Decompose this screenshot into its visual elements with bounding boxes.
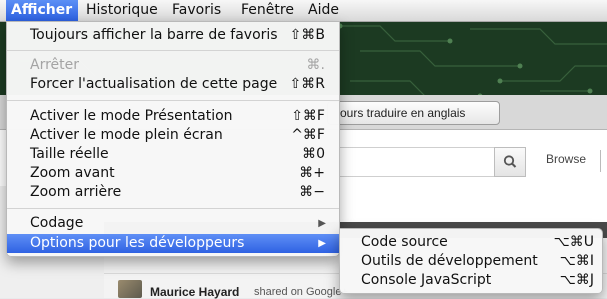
divider (600, 150, 601, 172)
menu-item-always-show-bookmarks-bar[interactable]: Toujours afficher la barre de favoris ⇧⌘… (7, 26, 339, 45)
menu-item-label: Forcer l'actualisation de cette page (30, 76, 278, 92)
menu-separator (7, 208, 339, 209)
menu-item-shortcut: ⌥⌘U (553, 234, 594, 250)
menu-item-zoom-in[interactable]: Zoom avant ⌘+ (7, 164, 339, 183)
menu-item-shortcut: ^⌘F (291, 127, 325, 143)
search-input[interactable] (338, 147, 495, 177)
menu-item-actual-size[interactable]: Taille réelle ⌘0 (7, 145, 339, 164)
translate-button[interactable]: ours traduire en anglais (327, 101, 500, 125)
menu-item-label: Outils de développement (361, 253, 538, 269)
menu-separator (7, 100, 339, 101)
menu-item-label: Taille réelle (30, 146, 109, 162)
menu-item-stop: Arrêter ⌘. (7, 56, 339, 75)
menu-item-label: Code source (361, 234, 448, 250)
menu-aide[interactable]: Aide (303, 0, 344, 21)
menu-item-label: Console JavaScript (361, 272, 492, 288)
menu-item-encoding[interactable]: Codage ▶ (7, 214, 339, 233)
feed-meta-text: shared on Google+ (254, 286, 348, 298)
submenu-arrow-icon: ▶ (318, 238, 326, 249)
feed-author-link[interactable]: Maurice Hayard (150, 285, 239, 299)
menu-item-force-reload[interactable]: Forcer l'actualisation de cette page ⇧⌘R (7, 75, 339, 94)
menu-item-shortcut: ⌥⌘I (559, 253, 594, 269)
menu-item-label: Codage (30, 215, 84, 231)
menu-item-shortcut: ⇧⌘R (289, 76, 325, 92)
submenu-item-view-source[interactable]: Code source ⌥⌘U (340, 233, 602, 252)
menu-item-shortcut: ⌘− (299, 184, 325, 200)
avatar[interactable] (118, 280, 142, 298)
search-icon (503, 155, 517, 168)
submenu-arrow-icon: ▶ (318, 218, 326, 229)
search-button[interactable] (494, 147, 526, 177)
menu-item-label: Arrêter (30, 57, 80, 73)
menu-item-zoom-out[interactable]: Zoom arrière ⌘− (7, 183, 339, 202)
menu-item-label: Zoom avant (30, 165, 115, 181)
menu-item-shortcut: ⌘0 (302, 146, 325, 162)
menu-favoris[interactable]: Favoris (167, 0, 226, 21)
menu-item-shortcut: ⌥⌘J (559, 272, 594, 288)
menu-item-shortcut: ⌘+ (299, 165, 325, 181)
developer-options-submenu: Code source ⌥⌘U Outils de développement … (339, 228, 603, 294)
menu-afficher[interactable]: Afficher (6, 0, 78, 21)
menu-item-shortcut: ⇧⌘F (291, 108, 325, 124)
menu-item-label: Zoom arrière (30, 184, 122, 200)
menu-separator (7, 50, 339, 51)
menu-fenetre[interactable]: Fenêtre (236, 0, 299, 21)
menu-item-shortcut: ⌘. (306, 57, 325, 73)
menu-item-developer-options[interactable]: Options pour les développeurs ▶ (7, 234, 339, 253)
menu-item-label: Toujours afficher la barre de favoris (30, 27, 278, 43)
submenu-item-javascript-console[interactable]: Console JavaScript ⌥⌘J (340, 271, 602, 290)
browse-link[interactable]: Browse (546, 152, 586, 166)
menu-item-presentation-mode[interactable]: Activer le mode Présentation ⇧⌘F (7, 107, 339, 126)
menu-item-shortcut: ⇧⌘B (289, 27, 325, 43)
menu-item-fullscreen-mode[interactable]: Activer le mode plein écran ^⌘F (7, 126, 339, 145)
afficher-menu: Toujours afficher la barre de favoris ⇧⌘… (6, 21, 340, 257)
menu-item-label: Options pour les développeurs (30, 235, 245, 251)
menu-historique[interactable]: Historique (81, 0, 163, 21)
submenu-item-developer-tools[interactable]: Outils de développement ⌥⌘I (340, 252, 602, 271)
menu-item-label: Activer le mode plein écran (30, 127, 223, 143)
menu-item-label: Activer le mode Présentation (30, 108, 233, 124)
menubar: Afficher Historique Favoris Fenêtre Aide (0, 0, 607, 22)
